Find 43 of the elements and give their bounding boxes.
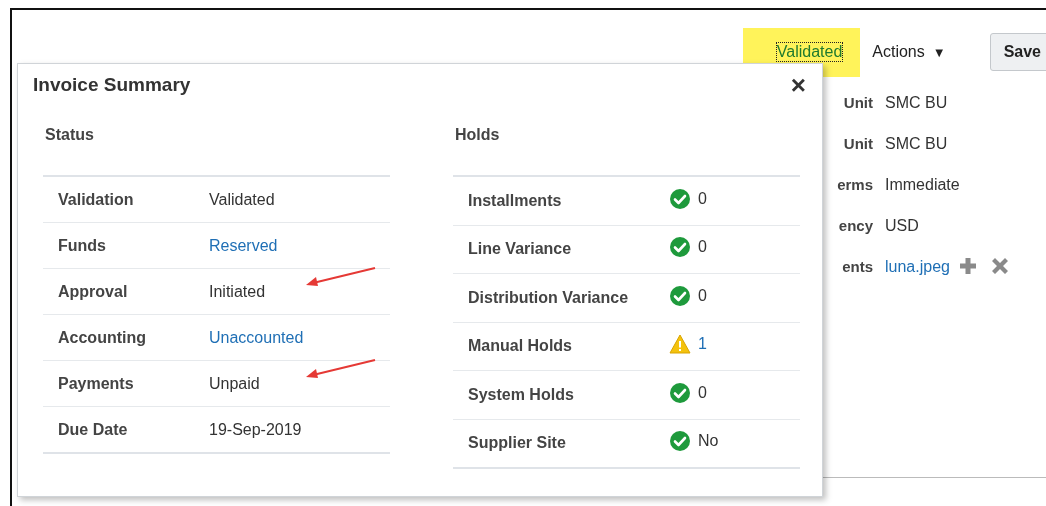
field-label: erms (837, 175, 873, 195)
hold-value: 0 (698, 383, 707, 402)
status-value: Validated (209, 190, 275, 209)
field-value: SMC BU (885, 93, 948, 113)
save-button[interactable]: Save (989, 33, 1046, 71)
row-label: Installments (467, 191, 563, 210)
row-label: Validation (57, 190, 135, 209)
status-link[interactable]: Reserved (209, 236, 278, 255)
row-label: Distribution Variance (467, 288, 630, 307)
row-label: Funds (57, 236, 107, 255)
actions-menu[interactable]: Actions ▼ (872, 43, 946, 61)
row-label: Supplier Site (467, 434, 567, 453)
field-label: Unit (843, 93, 873, 113)
field-label: Unit (843, 134, 873, 154)
add-icon[interactable] (957, 256, 978, 276)
field-value: SMC BU (885, 134, 948, 154)
status-link[interactable]: Unaccounted (209, 328, 304, 347)
dialog-title: Invoice Summary (33, 74, 191, 96)
hold-value: 0 (698, 286, 707, 305)
section-heading: Status (45, 126, 95, 144)
field-value: Immediate (885, 175, 960, 195)
row-label: Accounting (57, 328, 147, 347)
status-value: Unpaid (209, 374, 260, 393)
hold-value: 0 (698, 238, 707, 257)
status-link[interactable]: Validated (776, 43, 843, 61)
row-label: System Holds (467, 385, 575, 404)
hold-value: 0 (698, 189, 707, 208)
section-heading: Holds (455, 126, 501, 144)
status-value: Initiated (209, 282, 266, 301)
caret-icon: ▼ (932, 44, 946, 60)
hold-count-link[interactable]: 1 (698, 335, 707, 354)
close-button[interactable]: × (790, 74, 806, 96)
row-label: Due Date (57, 420, 129, 439)
row-label: Payments (57, 374, 135, 393)
field-value: USD (885, 216, 919, 236)
row-label: Manual Holds (467, 337, 573, 356)
hold-value: No (698, 432, 719, 451)
attachment-link[interactable]: luna.jpeg (885, 256, 950, 278)
row-label: Line Variance (467, 240, 573, 259)
field-label: ents (842, 257, 873, 277)
field-label: ency (838, 216, 873, 236)
status-value: 19-Sep-2019 (209, 420, 302, 439)
row-label: Approval (57, 282, 129, 301)
